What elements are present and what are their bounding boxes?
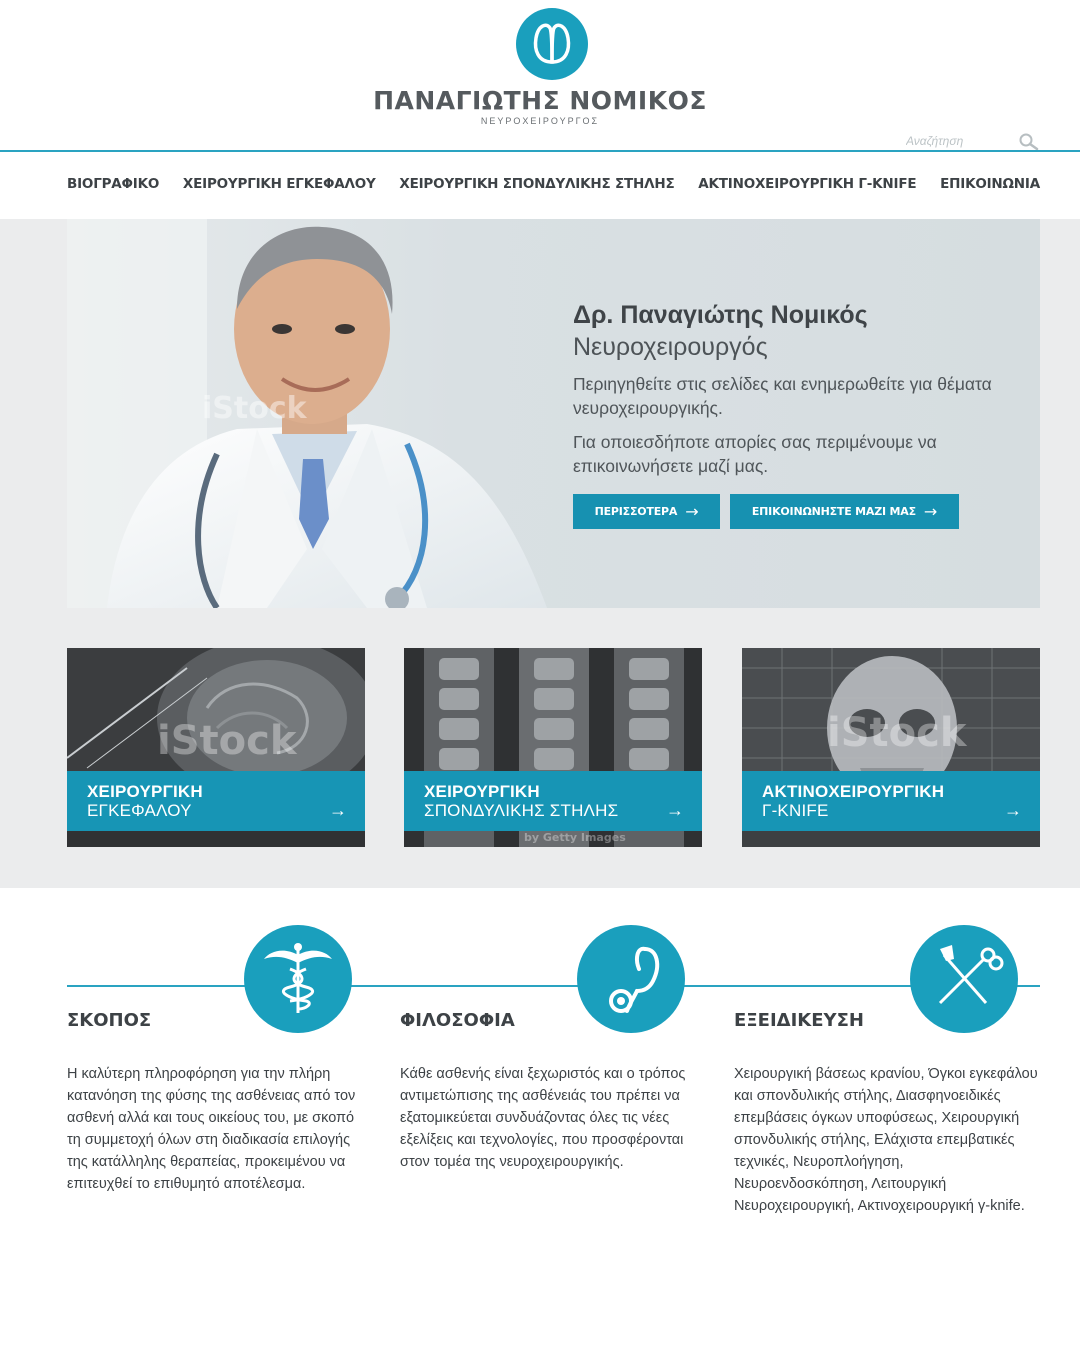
doctor-photo [67,219,547,608]
search-icon[interactable] [1018,133,1040,156]
card-watermark: by Getty Images [524,831,626,844]
card-watermark: iStock [827,710,967,756]
hero-subtitle: Νευροχειρουργός [573,333,768,361]
hero-text-contact: Για οποιεσδήποτε απορίες σας περιμένουμε… [573,432,937,476]
brain-logo-icon[interactable] [516,8,588,80]
arrow-right-icon: → [685,502,699,521]
contact-button-label: ΕΠΙΚΟΙΝΩΝΗΣΤΕ ΜΑΖΙ ΜΑΣ [751,505,916,518]
header-divider [0,150,1080,152]
section-text-purpose: Η καλύτερη πληροφόρηση για την πλήρη κατ… [67,1066,356,1192]
photo-watermark: iStock [202,391,307,426]
card-subtitle: ΕΓΚΕΦΑΛΟΥ [87,801,192,820]
card-title: ΑΚΤΙΝΟΧΕΙΡΟΥΡΓΙΚΗ [762,782,945,801]
stethoscope-icon [577,925,685,1033]
surgical-tools-icon [910,925,1018,1033]
sections-divider [67,985,1040,987]
card-spine-surgery[interactable]: by Getty Images ΧΕΙΡΟΥΡΓΙΚΗ ΣΠΟΝΔΥΛΙΚΗΣ … [404,648,702,847]
section-heading-purpose: ΣΚΟΠΟΣ [67,1010,152,1031]
arrow-right-icon: → [666,800,684,820]
nav-item-gamma-knife[interactable]: ΑΚΤΙΝΟΧΕΙΡΟΥΡΓΙΚΗ Γ-KNIFE [698,176,916,192]
section-heading-specialization: ΕΞΕΙΔΙΚΕΥΣΗ [734,1010,864,1031]
nav-item-contact[interactable]: ΕΠΙΚΟΙΝΩΝΙΑ [940,176,1040,192]
card-title: ΧΕΙΡΟΥΡΓΙΚΗ [424,782,540,801]
hero-title: Δρ. Παναγιώτης Νομικός [573,301,868,329]
more-button-label: ΠΕΡΙΣΣΟΤΕΡΑ [594,505,678,518]
contact-us-button[interactable]: ΕΠΙΚΟΙΝΩΝΗΣΤΕ ΜΑΖΙ ΜΑΣ → [730,494,959,529]
brand-subtitle: ΝΕΥΡΟΧΕΙΡΟΥΡΓΟΣ [480,116,600,126]
arrow-right-icon: → [329,800,347,820]
card-subtitle: ΣΠΟΝΔΥΛΙΚΗΣ ΣΤΗΛΗΣ [424,801,619,820]
caduceus-icon [244,925,352,1033]
card-title: ΧΕΙΡΟΥΡΓΙΚΗ [87,782,203,801]
main-nav: ΒΙΟΓΡΑΦΙΚΟ ΧΕΙΡΟΥΡΓΙΚΗ ΕΓΚΕΦΑΛΟΥ ΧΕΙΡΟΥΡ… [67,173,1040,195]
brand-name[interactable]: ΠΑΝΑΓΙΩΤΗΣ ΝΟΜΙΚΟΣ [0,86,1080,115]
hero-banner: iStock Δρ. Παναγιώτης Νομικός Νευροχειρο… [67,219,1040,608]
card-subtitle: Γ-KNIFE [762,801,829,820]
section-text-specialization: Χειρουργική βάσεως κρανίου, Όγκοι εγκεφά… [734,1066,1038,1214]
nav-item-biography[interactable]: ΒΙΟΓΡΑΦΙΚΟ [67,176,159,192]
hero-text-browse: Περιηγηθείτε στις σελίδες και ενημερωθεί… [573,374,992,418]
card-gamma-knife[interactable]: iStock ΑΚΤΙΝΟΧΕΙΡΟΥΡΓΙΚΗ Γ-KNIFE → [742,648,1040,847]
card-brain-surgery[interactable]: iStock ΧΕΙΡΟΥΡΓΙΚΗ ΕΓΚΕΦΑΛΟΥ → [67,648,365,847]
arrow-right-icon: → [1004,800,1022,820]
section-heading-philosophy: ΦΙΛΟΣΟΦΙΑ [400,1010,515,1031]
section-text-philosophy: Κάθε ασθενής είναι ξεχωριστός και ο τρόπ… [400,1066,686,1170]
nav-item-brain-surgery[interactable]: ΧΕΙΡΟΥΡΓΙΚΗ ΕΓΚΕΦΑΛΟΥ [183,176,376,192]
search-input[interactable] [890,132,1026,150]
more-button[interactable]: ΠΕΡΙΣΣΟΤΕΡΑ → [573,494,720,529]
nav-item-spine-surgery[interactable]: ΧΕΙΡΟΥΡΓΙΚΗ ΣΠΟΝΔΥΛΙΚΗΣ ΣΤΗΛΗΣ [399,176,674,192]
card-watermark: iStock [157,718,297,764]
arrow-right-icon: → [923,502,938,521]
